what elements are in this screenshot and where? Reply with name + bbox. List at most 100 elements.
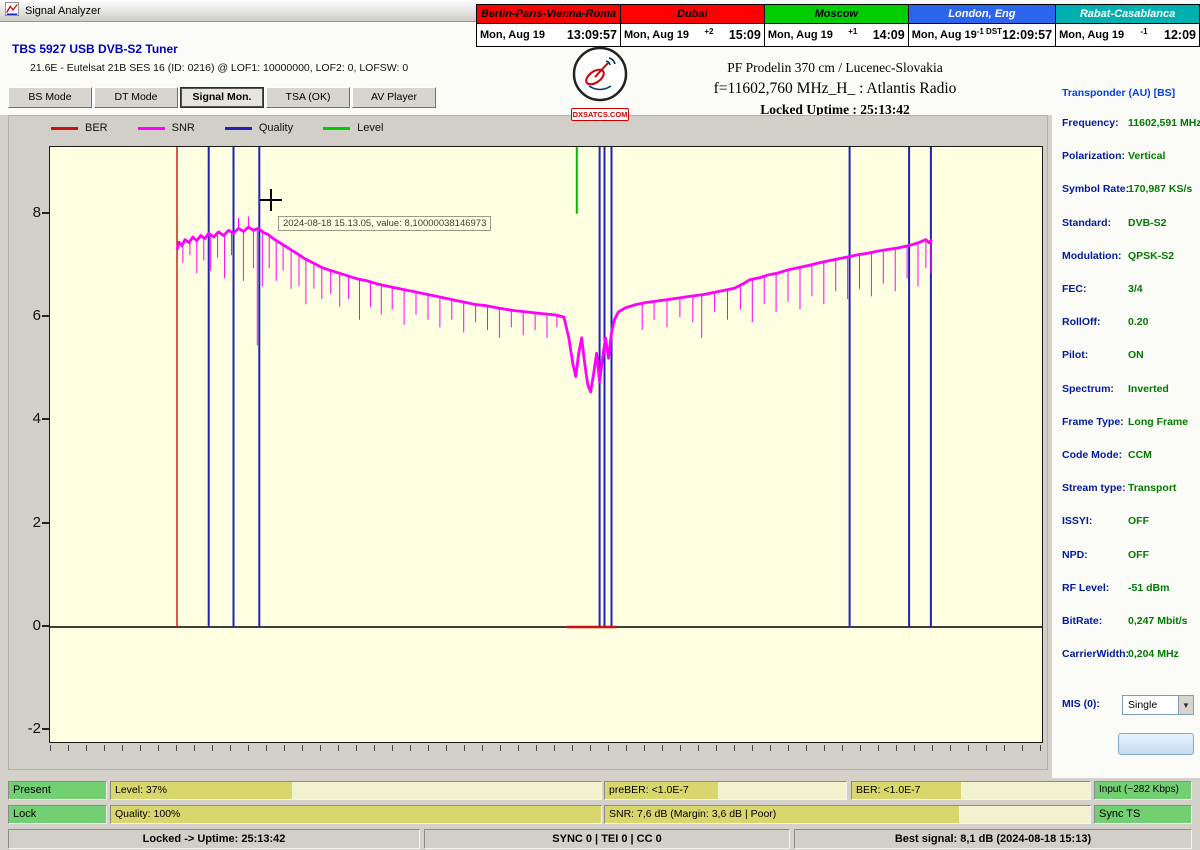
ber-bar: BER: <1.0E-7 bbox=[851, 781, 1091, 800]
tp-field-value: QPSK-S2 bbox=[1128, 250, 1174, 262]
signal-plot[interactable] bbox=[49, 146, 1043, 743]
tp-field-modulation: Modulation: QPSK-S2 bbox=[1052, 250, 1200, 270]
tp-field-value: ON bbox=[1128, 349, 1144, 361]
mis-row: MIS (0): Single ▼ bbox=[1052, 695, 1200, 715]
legend-swatch bbox=[51, 127, 78, 130]
clock-city-1: Dubai bbox=[620, 5, 764, 24]
sync-ts-indicator: Sync TS bbox=[1094, 805, 1192, 824]
tp-field-value: OFF bbox=[1128, 515, 1149, 527]
tp-field-value: 0.20 bbox=[1128, 316, 1148, 328]
value-tooltip: 2024-08-18 15.13.05, value: 8,1000003814… bbox=[278, 216, 491, 231]
tp-field-frequency: Frequency:11602,591 MHz bbox=[1052, 117, 1200, 137]
tp-field-label: Code Mode: bbox=[1062, 449, 1122, 461]
tab-dt-mode[interactable]: DT Mode bbox=[94, 87, 178, 108]
transponder-action-button[interactable] bbox=[1118, 733, 1194, 755]
cursor-crosshair-horizontal bbox=[260, 199, 282, 201]
tp-field-value: 170,987 KS/s bbox=[1128, 183, 1192, 195]
legend-label: BER bbox=[85, 122, 108, 134]
statusbar-best-signal: Best signal: 8,1 dB (2024-08-18 15:13) bbox=[794, 829, 1192, 849]
tab-tsa-ok[interactable]: TSA (OK) bbox=[266, 87, 350, 108]
tp-field-label: Frame Type: bbox=[1062, 416, 1124, 428]
tp-field-standard: Standard:DVB-S2 bbox=[1052, 217, 1200, 237]
mis-dropdown[interactable]: Single ▼ bbox=[1122, 695, 1194, 715]
legend-item-ber: BER bbox=[51, 122, 108, 134]
tp-field-label: BitRate: bbox=[1062, 615, 1102, 627]
legend-label: SNR bbox=[172, 122, 195, 134]
y-axis-tick bbox=[42, 625, 49, 627]
y-axis-label: -2 bbox=[11, 720, 41, 738]
logo-text: DXSATCS.COM bbox=[571, 108, 629, 121]
dxsatcs-logo: DXSATCS.COM bbox=[570, 46, 630, 121]
clock-time-1: Mon, Aug 19+215:09 bbox=[620, 24, 764, 47]
clock-time-3: Mon, Aug 19-1 DST12:09:57 bbox=[908, 24, 1055, 47]
tp-field-spectrum: Spectrum: Inverted bbox=[1052, 383, 1200, 403]
tab-av-player[interactable]: AV Player bbox=[352, 87, 436, 108]
tp-field-value: Long Frame bbox=[1128, 416, 1188, 428]
tab-signal-mon[interactable]: Signal Mon. bbox=[180, 87, 264, 108]
input-indicator: Input (~282 Kbps) bbox=[1094, 781, 1192, 800]
tp-field-pilot: Pilot: ON bbox=[1052, 349, 1200, 369]
tp-field-value: 0,204 MHz bbox=[1128, 648, 1179, 660]
clock-city-0: Berlin-Paris-Vienna-Roma bbox=[477, 5, 621, 24]
mis-label: MIS (0): bbox=[1062, 698, 1100, 710]
tp-field-label: Spectrum: bbox=[1062, 383, 1114, 395]
legend-item-level: Level bbox=[323, 122, 383, 134]
world-clocks: Berlin-Paris-Vienna-RomaDubaiMoscowLondo… bbox=[476, 4, 1200, 47]
quality-bar-fill bbox=[111, 806, 601, 823]
chevron-down-icon[interactable]: ▼ bbox=[1178, 696, 1193, 714]
y-axis-tick bbox=[42, 522, 49, 524]
x-axis-ticks bbox=[50, 745, 1042, 751]
tp-field-label: Modulation: bbox=[1062, 250, 1121, 262]
tp-field-value: -51 dBm bbox=[1128, 582, 1169, 594]
legend-swatch bbox=[323, 127, 350, 130]
tp-field-value: OFF bbox=[1128, 549, 1149, 561]
tp-field-label: RF Level: bbox=[1062, 582, 1109, 594]
legend-item-quality: Quality bbox=[225, 122, 293, 134]
tp-field-code-mode: Code Mode:CCM bbox=[1052, 449, 1200, 469]
tp-field-value: 0,247 Mbit/s bbox=[1128, 615, 1188, 627]
tp-field-fec: FEC:3/4 bbox=[1052, 283, 1200, 303]
y-axis-label: 6 bbox=[11, 307, 41, 325]
tp-field-bitrate: BitRate: 0,247 Mbit/s bbox=[1052, 615, 1200, 635]
chart-panel: BERSNRQualityLevel 86420-2 bbox=[8, 115, 1048, 770]
mode-tabs: BS ModeDT ModeSignal Mon.TSA (OK)AV Play… bbox=[8, 87, 438, 108]
y-axis-tick bbox=[42, 315, 49, 317]
statusbar-sync-counters: SYNC 0 | TEI 0 | CC 0 bbox=[424, 829, 790, 849]
y-axis-label: 2 bbox=[11, 514, 41, 532]
lock-indicator: Lock bbox=[8, 805, 107, 824]
tp-field-stream-type: Stream type:Transport bbox=[1052, 482, 1200, 502]
legend-swatch bbox=[138, 127, 165, 130]
tp-field-label: Stream type: bbox=[1062, 482, 1126, 494]
clock-city-2: Moscow bbox=[764, 5, 908, 24]
tp-field-npd: NPD:OFF bbox=[1052, 549, 1200, 569]
statusbar-uptime: Locked -> Uptime: 25:13:42 bbox=[8, 829, 420, 849]
tp-field-label: CarrierWidth: bbox=[1062, 648, 1129, 660]
tp-field-issyi: ISSYI: OFF bbox=[1052, 515, 1200, 535]
tp-field-label: Polarization: bbox=[1062, 150, 1125, 162]
tp-field-rolloff: RollOff:0.20 bbox=[1052, 316, 1200, 336]
tp-field-carrierwidth: CarrierWidth:0,204 MHz bbox=[1052, 648, 1200, 668]
legend-label: Level bbox=[357, 122, 383, 134]
quality-bar: Quality: 100% bbox=[110, 805, 602, 824]
snr-bar: SNR: 7,6 dB (Margin: 3,6 dB | Poor) bbox=[604, 805, 1091, 824]
tp-field-polarization: Polarization:Vertical bbox=[1052, 150, 1200, 170]
tuner-details: 21.6E - Eutelsat 21B SES 16 (ID: 0216) @… bbox=[30, 62, 408, 74]
tp-field-value: DVB-S2 bbox=[1128, 217, 1167, 229]
mis-selected-value: Single bbox=[1128, 699, 1157, 711]
tuner-name: TBS 5927 USB DVB-S2 Tuner bbox=[12, 42, 178, 56]
tp-field-label: ISSYI: bbox=[1062, 515, 1092, 527]
clock-time-2: Mon, Aug 19+114:09 bbox=[764, 24, 908, 47]
transponder-title: Transponder (AU) [BS] bbox=[1062, 87, 1175, 99]
tp-field-label: Symbol Rate: bbox=[1062, 183, 1129, 195]
tp-field-label: Pilot: bbox=[1062, 349, 1088, 361]
preber-bar: preBER: <1.0E-7 bbox=[604, 781, 847, 800]
y-axis-tick bbox=[42, 728, 49, 730]
y-axis-tick bbox=[42, 212, 49, 214]
station-header: PF Prodelin 370 cm / Lucenec-Slovakia f=… bbox=[620, 60, 1050, 118]
y-axis-label: 4 bbox=[11, 410, 41, 428]
tp-field-value: Vertical bbox=[1128, 150, 1165, 162]
tab-bs-mode[interactable]: BS Mode bbox=[8, 87, 92, 108]
y-axis-label: 8 bbox=[11, 204, 41, 222]
chart-legend: BER SNR Quality Level bbox=[51, 122, 383, 134]
tp-field-value: Inverted bbox=[1128, 383, 1169, 395]
